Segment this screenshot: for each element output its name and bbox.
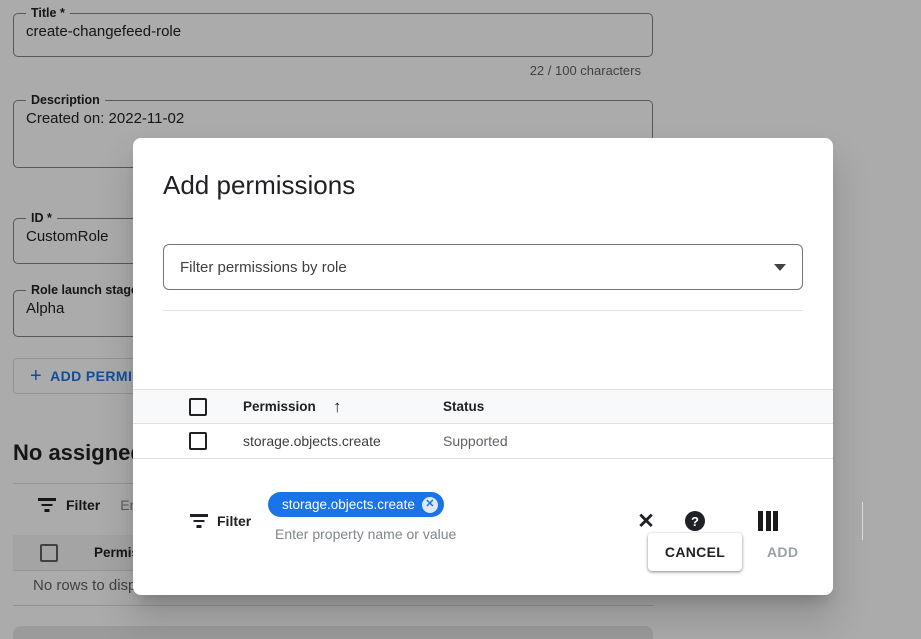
add-button[interactable]: ADD (767, 533, 798, 571)
dialog-title: Add permissions (163, 170, 355, 201)
row-permission-cell: storage.objects.create (243, 433, 381, 449)
help-icon: ? (685, 511, 705, 531)
permissions-table: Permission ↑ Status storage.objects.crea… (133, 389, 833, 459)
filter-chip-storage-objects-create[interactable]: storage.objects.create ✕ (268, 492, 444, 517)
permission-column-header[interactable]: Permission (243, 399, 316, 414)
cancel-button[interactable]: CANCEL (648, 533, 742, 571)
sort-ascending-icon[interactable]: ↑ (333, 397, 342, 417)
toolbar-divider (862, 502, 863, 540)
filter-chip-label: storage.objects.create (282, 497, 415, 512)
status-column-header[interactable]: Status (443, 399, 484, 414)
filter-icon (190, 514, 208, 528)
permissions-filter-toolbar: Filter storage.objects.create ✕ ✕ ? (133, 310, 833, 385)
permissions-table-header: Permission ↑ Status (133, 389, 833, 424)
filter-input[interactable] (275, 526, 605, 542)
row-checkbox[interactable] (189, 432, 207, 450)
table-row[interactable]: storage.objects.create Supported (133, 424, 833, 459)
role-select-label: Filter permissions by role (180, 259, 774, 276)
chevron-down-icon (774, 264, 786, 271)
filter-label: Filter (217, 513, 251, 529)
add-permissions-dialog: Add permissions Filter permissions by ro… (133, 138, 833, 595)
page: Title * create-changefeed-role 22 / 100 … (0, 0, 921, 639)
row-status-cell: Supported (443, 433, 508, 449)
filter-permissions-by-role-select[interactable]: Filter permissions by role (163, 244, 803, 290)
chip-remove-icon[interactable]: ✕ (422, 497, 438, 513)
close-icon: ✕ (637, 511, 655, 532)
columns-icon (758, 511, 778, 531)
select-all-checkbox[interactable] (189, 398, 207, 416)
